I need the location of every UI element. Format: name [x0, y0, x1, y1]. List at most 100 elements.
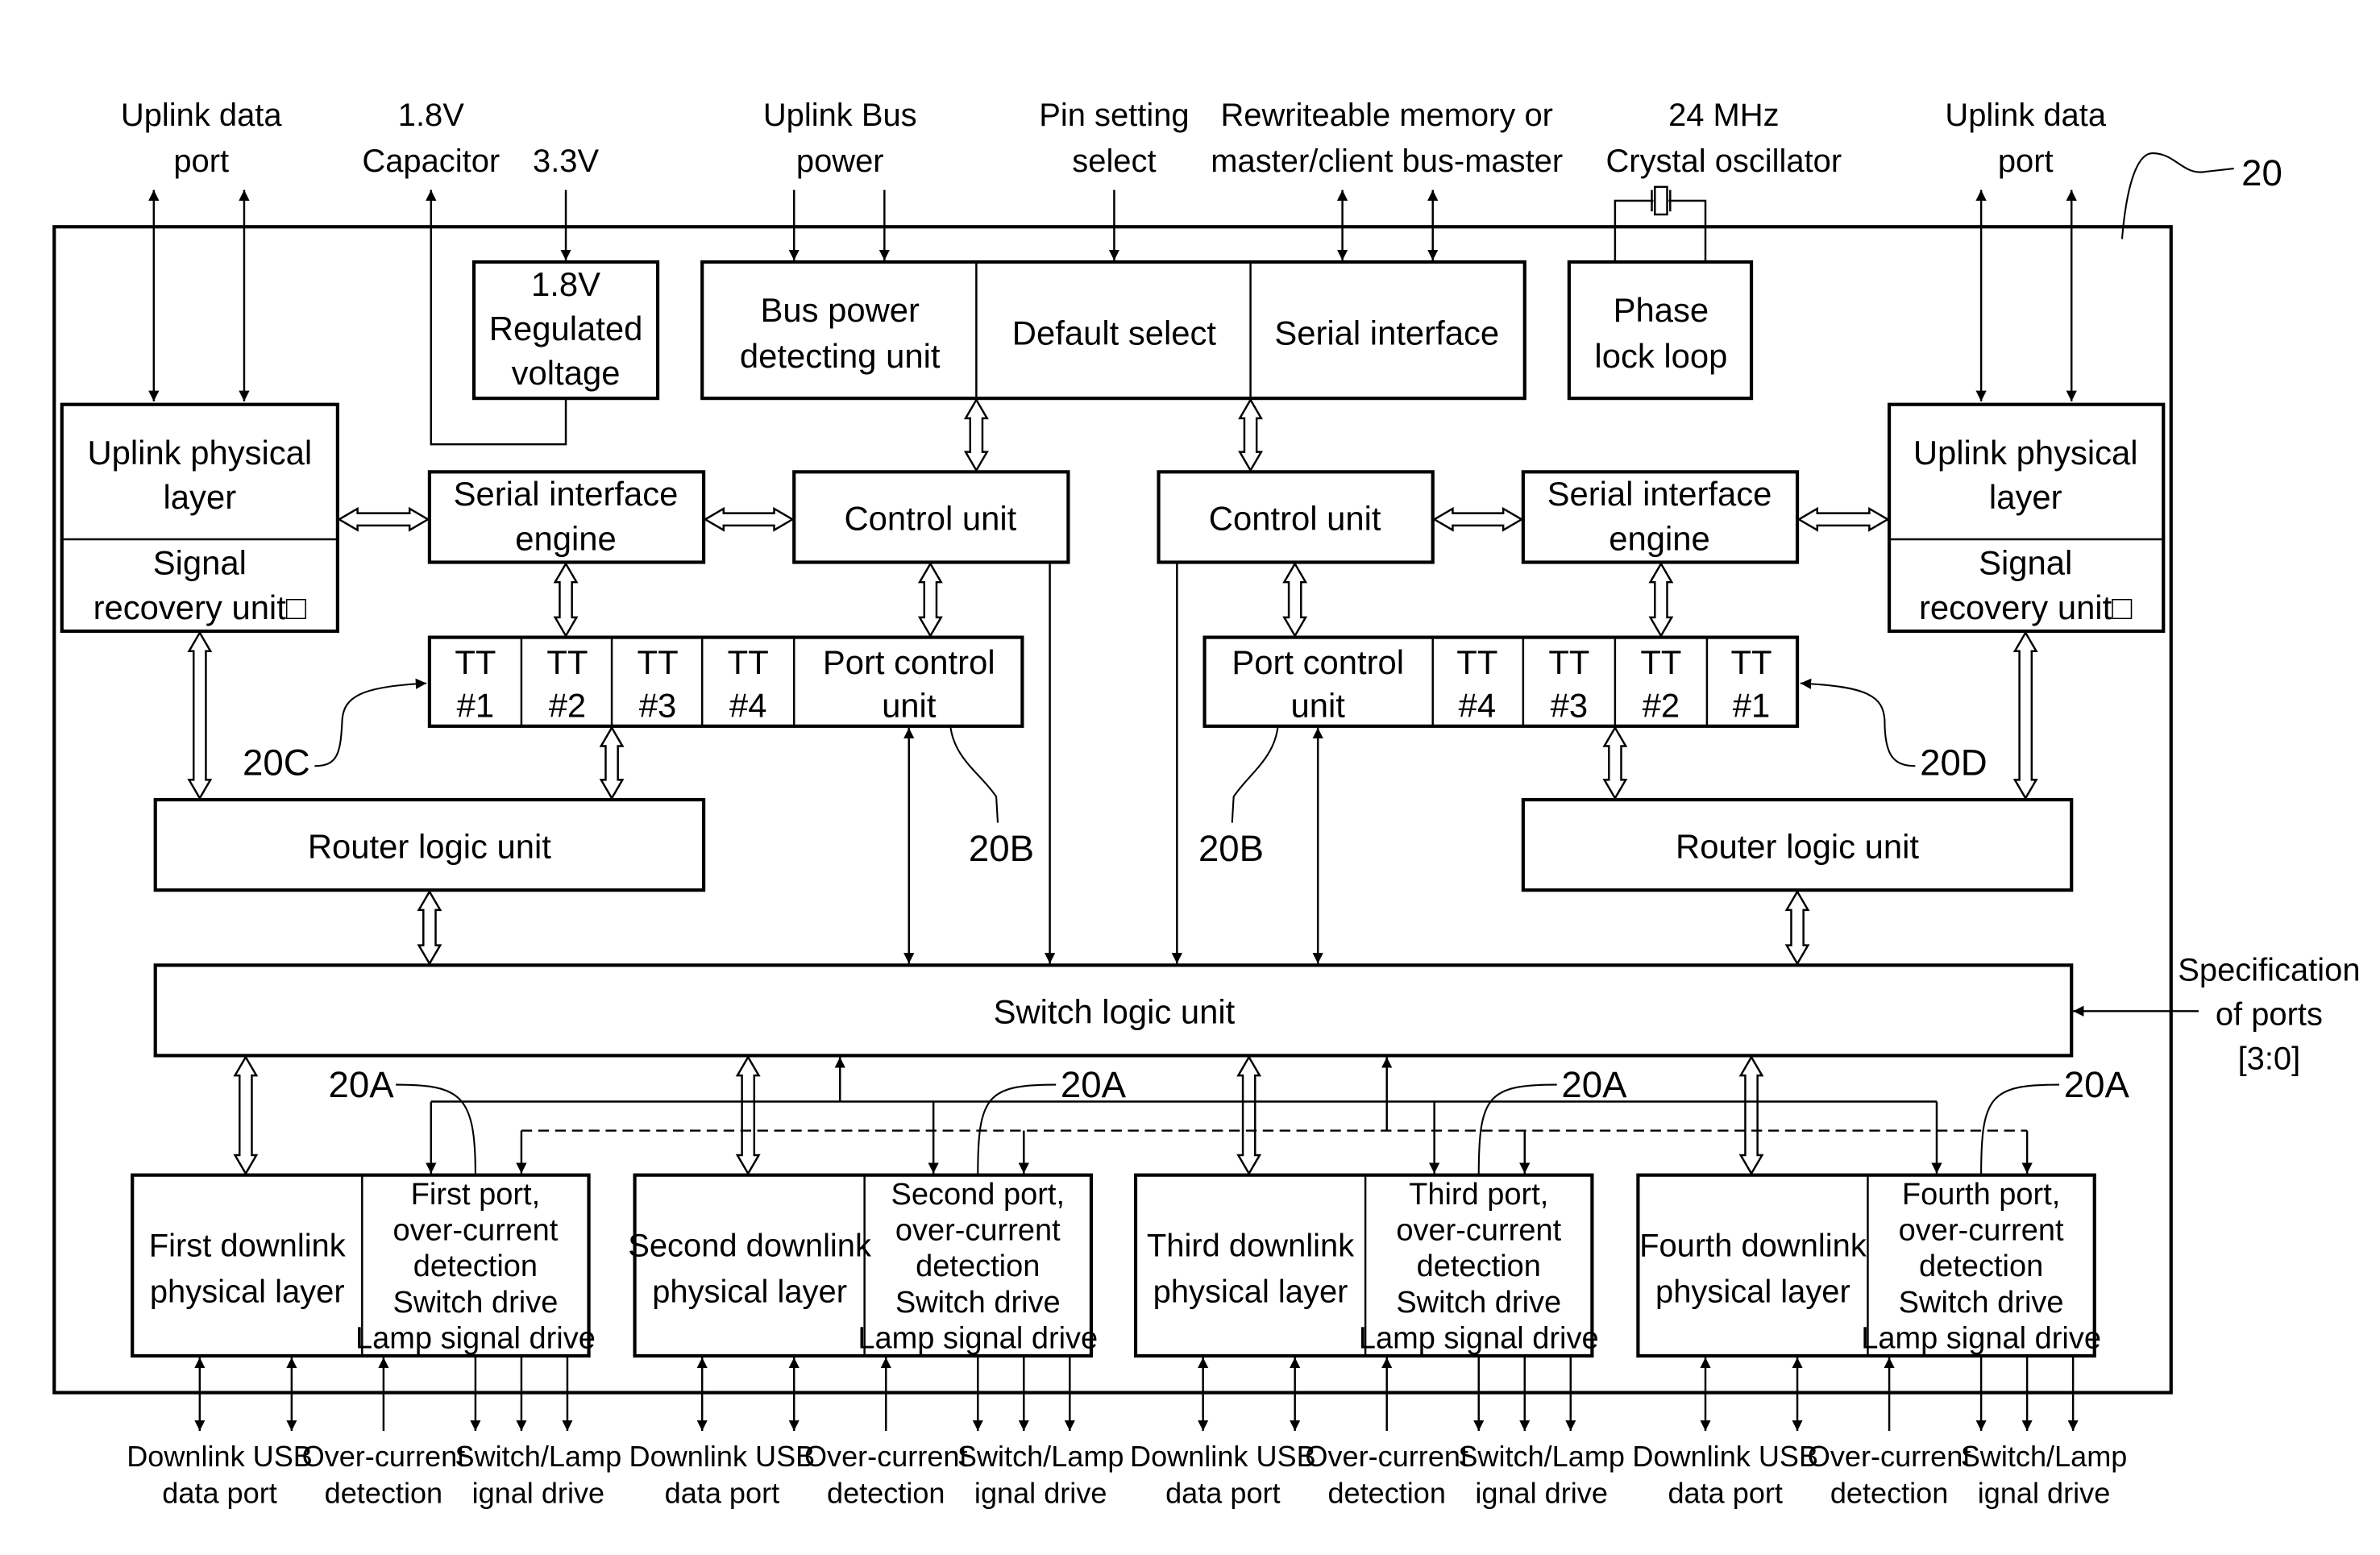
svg-text:1.8V: 1.8V [398, 98, 464, 133]
downlink-phy-label: First downlink [149, 1228, 347, 1263]
svg-text:TT: TT [455, 643, 496, 681]
port-control-label: detection [1417, 1249, 1541, 1283]
svg-text:Signal: Signal [1979, 544, 2072, 582]
port-control-label: detection [1919, 1249, 2043, 1283]
label-switch-lamp-drive: ignal drive [1475, 1476, 1608, 1509]
port-control-label: First port, [411, 1178, 540, 1212]
port-control-label: detection [916, 1249, 1040, 1283]
svg-text:Rewriteable memory or: Rewriteable memory or [1220, 98, 1553, 133]
ref-20b-left: 20B [969, 828, 1034, 869]
svg-text:#4: #4 [729, 686, 767, 724]
svg-text:select: select [1072, 143, 1156, 179]
svg-text:power: power [796, 143, 884, 179]
label-downlink-usb-port: data port [162, 1476, 276, 1509]
svg-text:Uplink data: Uplink data [121, 98, 282, 133]
ref-20b-right-leader [1231, 724, 1279, 823]
svg-text:engine: engine [515, 519, 617, 557]
bus-arrow [417, 889, 442, 966]
default-select-unit: Default select [1012, 314, 1217, 352]
svg-text:layer: layer [1989, 478, 2062, 516]
svg-text:master/client bus-master: master/client bus-master [1211, 143, 1563, 179]
bus-arrow [963, 397, 989, 472]
port-control-label: Lamp signal drive [355, 1321, 596, 1355]
bus-arrow [553, 561, 579, 638]
label-downlink-usb-port: data port [665, 1476, 779, 1509]
svg-text:Signal: Signal [153, 544, 247, 582]
control-unit-right-label: Control unit [1209, 500, 1381, 538]
label-switch-lamp-drive: Switch/Lamp [957, 1440, 1124, 1473]
bus-arrow [233, 1054, 259, 1176]
svg-text:Pin setting: Pin setting [1039, 98, 1189, 133]
port-control-label: Switch drive [1396, 1286, 1561, 1320]
port-control-label: Fourth port, [1902, 1178, 2060, 1212]
bus-arrow [1648, 561, 1674, 638]
port-control-label: over-current [1396, 1213, 1561, 1247]
router-logic-left-label: Router logic unit [308, 827, 551, 865]
svg-text:Uplink physical: Uplink physical [87, 434, 312, 472]
bus-arrow [703, 506, 795, 532]
svg-text:recovery unit□: recovery unit□ [93, 588, 307, 626]
svg-text:1.8V: 1.8V [531, 265, 600, 303]
svg-text:#3: #3 [639, 686, 677, 724]
ref-20c: 20C [243, 742, 310, 784]
downlink-phy-label: Second downlink [628, 1228, 872, 1263]
port-control-label: detection [413, 1249, 538, 1283]
port-control-label: Lamp signal drive [1861, 1321, 2101, 1355]
usb-hub-block-diagram: 20 Uplink data port 1.8V Capacitor 3.3V … [52, 98, 2361, 1509]
serial-interface-unit: Serial interface [1274, 314, 1499, 352]
label-over-current: Over-current [1305, 1440, 1468, 1473]
ref-20a: 20A [328, 1064, 394, 1105]
svg-text:#2: #2 [549, 686, 587, 724]
label-spec-of-ports: Specification of ports [3:0] [2178, 952, 2360, 1076]
svg-text:TT: TT [728, 643, 769, 681]
label-crystal-oscillator: 24 MHz Crystal oscillator [1605, 98, 1842, 179]
svg-text:unit: unit [882, 686, 937, 724]
svg-text:#1: #1 [457, 686, 495, 724]
label-downlink-usb-port: Downlink USB [1130, 1440, 1316, 1473]
label-3v3: 3.3V [533, 143, 599, 179]
ref-20: 20 [2241, 152, 2282, 193]
svg-text:Bus power: Bus power [760, 291, 920, 329]
downlink-phy-label: Fourth downlink [1639, 1228, 1867, 1263]
bus-arrow [1236, 1054, 1262, 1176]
label-downlink-usb-port: Downlink USB [127, 1440, 313, 1473]
svg-text:24 MHz: 24 MHz [1668, 98, 1779, 133]
svg-text:lock loop: lock loop [1594, 337, 1727, 375]
bus-arrow [337, 506, 430, 532]
port-control-label: Switch drive [895, 1286, 1061, 1320]
bus-arrow [1238, 397, 1264, 472]
bus-arrow [735, 1054, 761, 1176]
svg-text:Uplink Bus: Uplink Bus [763, 98, 917, 133]
svg-text:TT: TT [1730, 643, 1772, 681]
svg-text:Specification: Specification [2178, 952, 2360, 987]
bus-arrow [1796, 506, 1890, 532]
svg-text:#3: #3 [1551, 686, 1588, 724]
switch-logic-unit-label: Switch logic unit [994, 993, 1236, 1031]
svg-text:[3:0]: [3:0] [2238, 1042, 2301, 1077]
svg-text:#1: #1 [1733, 686, 1771, 724]
downlink-phy-label: physical layer [652, 1274, 847, 1309]
svg-text:Serial interface: Serial interface [454, 475, 679, 513]
label-uplink-data-port-left: Uplink data port [121, 98, 282, 179]
svg-text:of ports: of ports [2216, 996, 2323, 1032]
downlink-phy-label: physical layer [150, 1274, 345, 1309]
downlink-phy-label: Third downlink [1147, 1228, 1355, 1263]
svg-text:Port control: Port control [823, 643, 995, 681]
router-logic-right-label: Router logic unit [1676, 827, 1919, 865]
svg-text:Regulated: Regulated [489, 310, 643, 347]
port-control-label: Lamp signal drive [858, 1321, 1098, 1355]
label-over-current: detection [1830, 1476, 1949, 1509]
svg-text:recovery unit□: recovery unit□ [1919, 588, 2133, 626]
bus-arrow [1432, 506, 1524, 532]
bus-arrow [917, 561, 943, 638]
port-control-label: Lamp signal drive [1359, 1321, 1599, 1355]
port-control-label: over-current [393, 1213, 558, 1247]
bus-arrow [1282, 561, 1308, 638]
svg-text:TT: TT [1640, 643, 1681, 681]
svg-text:port: port [1998, 143, 2054, 179]
svg-text:Uplink physical: Uplink physical [1913, 434, 2138, 472]
control-unit-left-label: Control unit [844, 500, 1016, 538]
label-downlink-usb-port: data port [1165, 1476, 1280, 1509]
label-downlink-usb-port: data port [1668, 1476, 1782, 1509]
svg-text:layer: layer [164, 478, 237, 516]
